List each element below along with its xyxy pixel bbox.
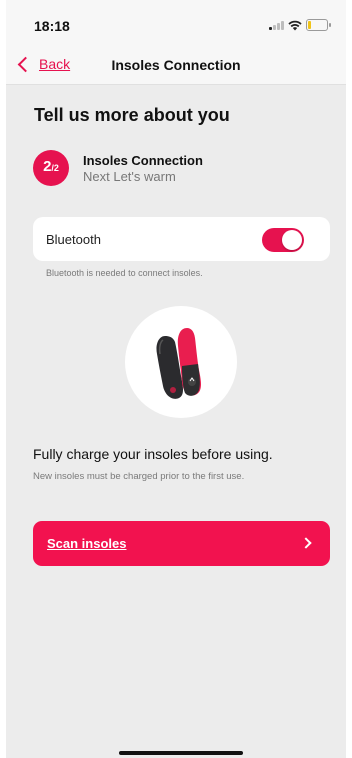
battery-icon bbox=[306, 19, 331, 31]
chevron-right-icon bbox=[300, 537, 312, 549]
step-indicator: 2/2 Insoles Connection Next Let's warm bbox=[33, 150, 203, 186]
bluetooth-toggle[interactable] bbox=[262, 228, 304, 252]
scan-insoles-label: Scan insoles bbox=[47, 536, 127, 551]
bluetooth-hint: Bluetooth is needed to connect insoles. bbox=[46, 268, 203, 278]
step-badge: 2/2 bbox=[33, 150, 69, 186]
step-number: 2 bbox=[43, 158, 52, 175]
status-bar: 18:18 bbox=[6, 0, 346, 48]
bluetooth-card: Bluetooth bbox=[33, 217, 330, 261]
insoles-image bbox=[125, 306, 237, 418]
nav-title: Insoles Connection bbox=[111, 57, 241, 73]
step-text: Insoles Connection Next Let's warm bbox=[83, 153, 203, 184]
charge-subtitle: New insoles must be charged prior to the… bbox=[33, 471, 245, 482]
step-title: Insoles Connection bbox=[83, 152, 203, 168]
signal-icon bbox=[269, 20, 284, 30]
bluetooth-label: Bluetooth bbox=[46, 232, 101, 247]
nav-bar: Back Insoles Connection bbox=[6, 48, 346, 85]
charge-title: Fully charge your insoles before using. bbox=[33, 446, 273, 462]
scan-insoles-button[interactable]: Scan insoles bbox=[33, 521, 330, 566]
home-indicator[interactable] bbox=[119, 751, 243, 755]
toggle-knob bbox=[282, 230, 302, 250]
status-time: 18:18 bbox=[34, 18, 70, 34]
insoles-illustration bbox=[156, 328, 201, 399]
wifi-icon bbox=[288, 20, 302, 30]
step-subtitle: Next Let's warm bbox=[83, 168, 176, 184]
page-heading: Tell us more about you bbox=[34, 105, 230, 125]
step-total: /2 bbox=[51, 163, 59, 173]
status-icons bbox=[269, 19, 331, 31]
